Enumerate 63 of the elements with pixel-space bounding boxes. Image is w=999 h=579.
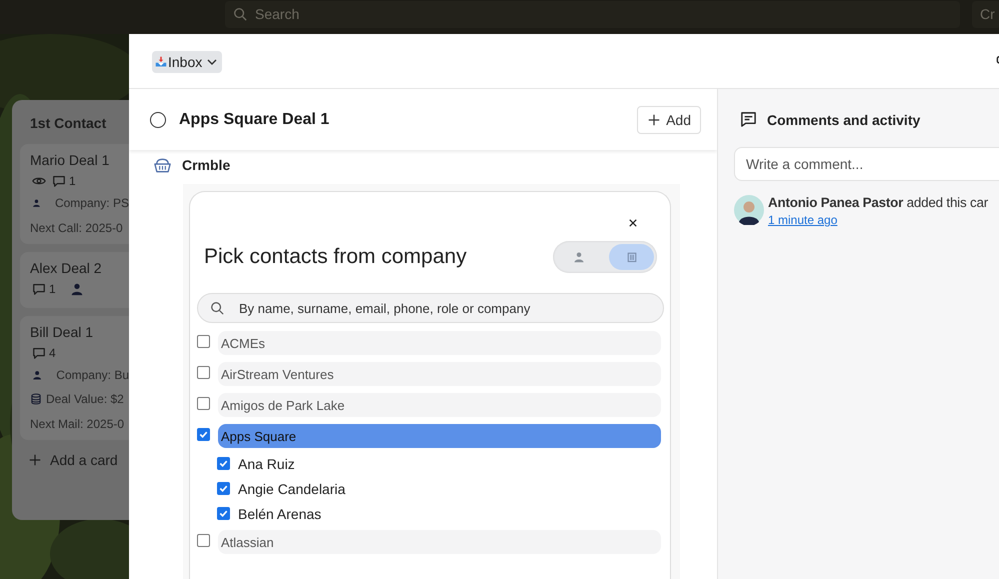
comment-count: 1 — [69, 174, 76, 188]
plus-icon — [28, 453, 42, 467]
checkbox[interactable] — [217, 506, 230, 520]
checkbox[interactable] — [217, 482, 230, 494]
building-mode-button[interactable] — [609, 244, 654, 270]
list-title: 1st Contact — [29, 114, 108, 133]
company-item[interactable]: ACMEs — [218, 331, 661, 355]
card-field: Deal Value: $2 — [46, 392, 124, 406]
comment-icon — [52, 174, 66, 188]
card-field: Company: PS — [54, 196, 129, 210]
activity-text: Antonio Panea Pastor added this car — [768, 195, 988, 210]
comment-icon — [740, 111, 757, 128]
comment-field[interactable]: Write a comment... — [734, 147, 999, 181]
checkbox[interactable] — [197, 334, 210, 348]
search-field[interactable]: Search — [225, 0, 960, 28]
comment-icon — [32, 346, 46, 360]
add-card-button[interactable]: Add a card — [20, 448, 118, 468]
close-icon[interactable] — [629, 219, 637, 227]
add-button[interactable]: Add — [637, 106, 701, 134]
complete-toggle[interactable] — [150, 112, 166, 128]
company-item[interactable]: Atlassian — [218, 530, 661, 554]
checkbox[interactable] — [197, 534, 210, 546]
contact-name: Ana Ruiz — [238, 456, 295, 472]
board-card[interactable]: Bill Deal 1 4 Company: Bu Deal Value: $2 Next Mail: 2025-0 — [20, 316, 129, 440]
time-link[interactable]: 1 minute ago — [768, 213, 838, 227]
section-title: Crmble — [182, 157, 230, 173]
person-icon — [32, 197, 41, 209]
coins-icon — [30, 393, 42, 405]
card-field: Next Call: 2025-0 — [30, 219, 123, 235]
search-field[interactable]: By name, surname, email, phone, role or company — [197, 293, 664, 323]
picker-title: Pick contacts from company — [204, 245, 467, 269]
person-icon — [70, 282, 84, 296]
company-item[interactable]: Apps Square — [218, 424, 661, 448]
contact-name: Belén Arenas — [238, 506, 322, 522]
card-title: Bill Deal 1 — [30, 324, 94, 340]
checkbox[interactable] — [197, 396, 210, 410]
board-card[interactable]: Mario Deal 1 1 Company: PS Next Call: 2025-0 — [20, 144, 129, 244]
company-item[interactable]: Amigos de Park Lake — [218, 393, 661, 417]
comment-count: 1 — [49, 282, 56, 296]
card-title: Apps Square Deal 1 — [179, 110, 330, 128]
checkbox[interactable] — [217, 456, 230, 470]
contact-name: Angie Candelaria — [238, 480, 346, 496]
company-item[interactable]: AirStream Ventures — [218, 362, 661, 386]
checkbox[interactable] — [197, 428, 210, 440]
card-field: Company: Bu — [56, 368, 129, 382]
card-title: Mario Deal 1 — [30, 152, 110, 168]
search-icon — [233, 6, 247, 20]
search-icon — [210, 301, 224, 315]
inbox-tray-icon — [155, 56, 167, 68]
activity-title: Comments and activity — [767, 112, 920, 128]
person-icon — [572, 251, 584, 263]
avatar — [734, 195, 764, 225]
basket-icon — [153, 157, 172, 173]
card-field: Next Mail: 2025-0 — [30, 415, 124, 431]
comment-count: 4 — [49, 346, 56, 360]
person-icon — [32, 369, 42, 381]
board-card[interactable]: Alex Deal 2 1 — [20, 252, 129, 308]
comment-icon — [32, 282, 46, 296]
building-icon — [626, 251, 638, 263]
card-title: Alex Deal 2 — [30, 260, 103, 276]
checkbox[interactable] — [197, 366, 210, 378]
list-menu-button[interactable]: Inbox — [152, 50, 222, 72]
plus-icon — [647, 112, 662, 126]
